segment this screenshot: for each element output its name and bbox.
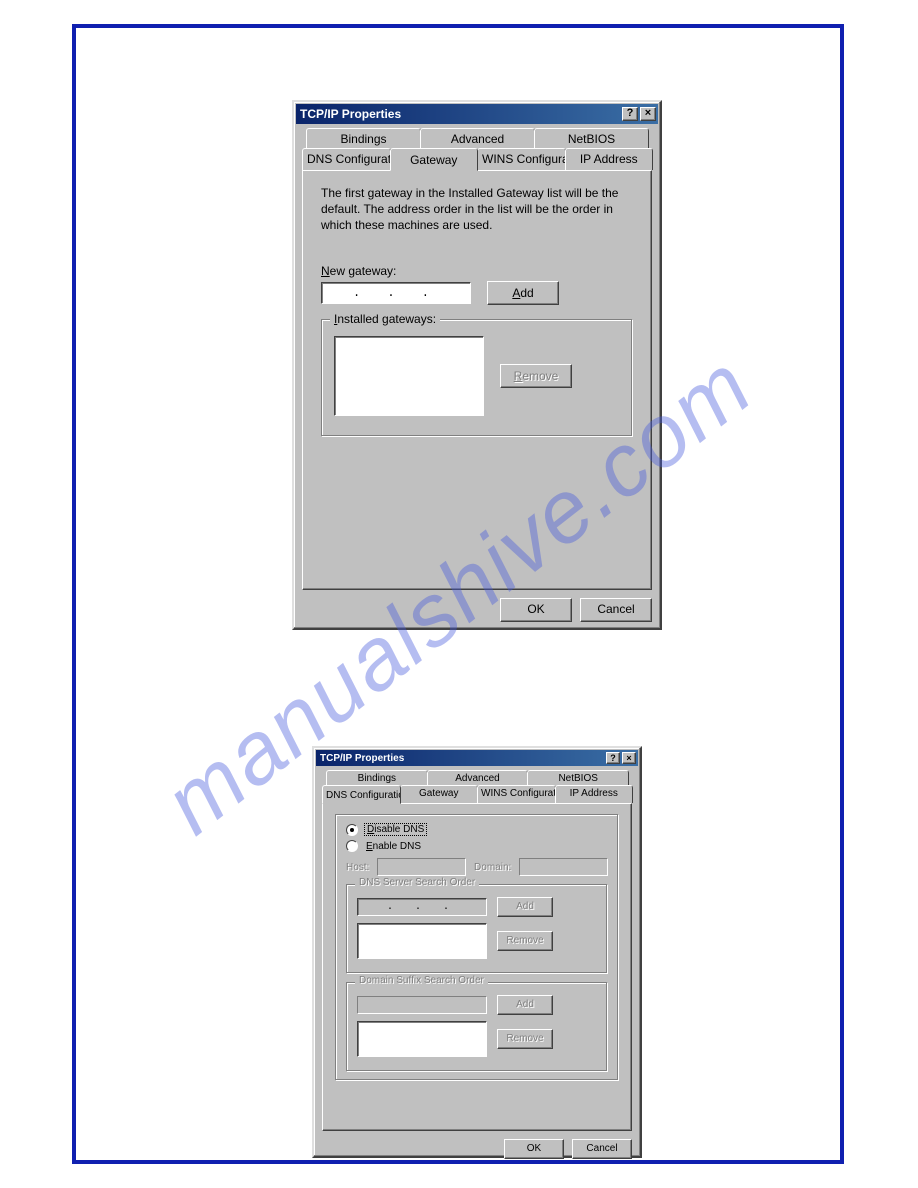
dns-server-ip-input: . . .	[357, 898, 487, 916]
ok-button[interactable]: OK	[500, 598, 572, 622]
cancel-button[interactable]: Cancel	[572, 1139, 632, 1159]
window-title: TCP/IP Properties	[320, 753, 604, 764]
cancel-button[interactable]: Cancel	[580, 598, 652, 622]
radio-dot-icon	[346, 840, 358, 852]
dialog-gateway: TCP/IP Properties ? × Bindings Advanced …	[292, 100, 662, 630]
domain-suffix-search-order-group: Domain Suffix Search Order Add Remove	[346, 982, 608, 1072]
close-button[interactable]: ×	[622, 752, 636, 764]
titlebar: TCP/IP Properties ? ×	[296, 104, 658, 124]
remove-gateway-button: Remove	[500, 364, 572, 388]
installed-gateways-legend: Installed gateways:	[330, 312, 440, 326]
radio-dot-icon	[346, 824, 358, 836]
tab-dns-configuration[interactable]: DNS Configuration	[302, 148, 391, 170]
window-title: TCP/IP Properties	[300, 107, 620, 121]
tab-wins-configuration[interactable]: WINS Configuration	[477, 785, 556, 803]
host-input	[377, 858, 466, 876]
tab-dns-configuration[interactable]: DNS Configuration	[322, 785, 401, 804]
tab-strip: Bindings Advanced NetBIOS DNS Configurat…	[302, 128, 652, 170]
dns-server-remove-button: Remove	[497, 931, 553, 951]
domain-label: Domain:	[474, 862, 511, 873]
page-frame: TCP/IP Properties ? × Bindings Advanced …	[72, 24, 844, 1164]
tab-advanced[interactable]: Advanced	[427, 770, 529, 786]
dns-server-search-order-group: DNS Server Search Order . . . Add Remove	[346, 884, 608, 974]
installed-gateways-group: Installed gateways: Remove	[321, 319, 633, 437]
dns-enable-group: Disable DNS Enable DNS Host: Domain: DNS…	[335, 814, 619, 1081]
help-button[interactable]: ?	[622, 107, 638, 121]
add-gateway-button[interactable]: Add	[487, 281, 559, 305]
domain-suffix-search-order-legend: Domain Suffix Search Order	[355, 975, 488, 986]
tab-wins-configuration[interactable]: WINS Configuration	[477, 148, 566, 170]
dns-server-list	[357, 923, 487, 959]
gateway-info-text: The first gateway in the Installed Gatew…	[321, 185, 633, 234]
tab-bindings[interactable]: Bindings	[306, 128, 421, 149]
radio-disable-dns[interactable]: Disable DNS	[346, 823, 608, 836]
help-button[interactable]: ?	[606, 752, 620, 764]
new-gateway-input[interactable]: . . .	[321, 282, 471, 304]
close-button[interactable]: ×	[640, 107, 656, 121]
titlebar: TCP/IP Properties ? ×	[316, 750, 638, 766]
tab-netbios[interactable]: NetBIOS	[534, 128, 649, 149]
tab-advanced[interactable]: Advanced	[420, 128, 535, 149]
tab-gateway[interactable]: Gateway	[400, 785, 479, 803]
host-label: Host:	[346, 862, 369, 873]
radio-enable-dns[interactable]: Enable DNS	[346, 840, 608, 852]
domain-suffix-list	[357, 1021, 487, 1057]
dialog-dns: TCP/IP Properties ? × Bindings Advanced …	[312, 746, 642, 1158]
tab-panel-dns: Disable DNS Enable DNS Host: Domain: DNS…	[322, 803, 632, 1131]
tab-ip-address[interactable]: IP Address	[565, 148, 654, 170]
domain-suffix-input	[357, 996, 487, 1014]
dialog-action-row: OK Cancel	[322, 1139, 632, 1159]
domain-suffix-remove-button: Remove	[497, 1029, 553, 1049]
dns-server-add-button: Add	[497, 897, 553, 917]
tab-panel-gateway: The first gateway in the Installed Gatew…	[302, 170, 652, 590]
tab-bindings[interactable]: Bindings	[326, 770, 428, 786]
dialog-action-row: OK Cancel	[302, 598, 652, 622]
new-gateway-label: New gateway:	[321, 264, 633, 278]
installed-gateways-list[interactable]	[334, 336, 484, 416]
tab-netbios[interactable]: NetBIOS	[527, 770, 629, 786]
dns-server-search-order-legend: DNS Server Search Order	[355, 877, 479, 888]
tab-gateway[interactable]: Gateway	[390, 148, 479, 171]
tab-ip-address[interactable]: IP Address	[555, 785, 634, 803]
tab-strip: Bindings Advanced NetBIOS DNS Configurat…	[322, 770, 632, 803]
domain-suffix-add-button: Add	[497, 995, 553, 1015]
ok-button[interactable]: OK	[504, 1139, 564, 1159]
domain-input	[519, 858, 608, 876]
